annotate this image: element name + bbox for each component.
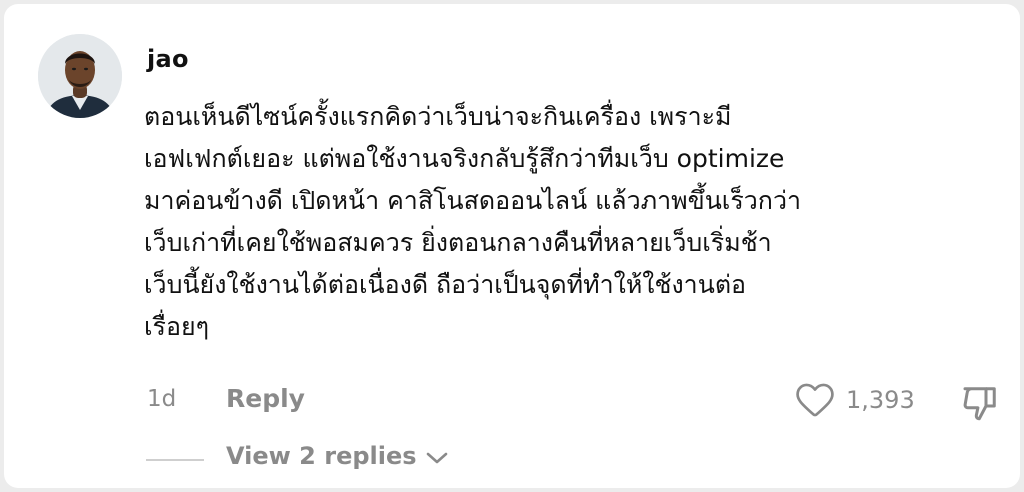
comment-username[interactable]: jao	[147, 45, 189, 73]
replies-divider	[146, 459, 204, 461]
heart-icon	[796, 383, 834, 417]
thumbs-down-icon	[963, 387, 996, 421]
chevron-down-icon	[426, 452, 447, 463]
like-count: 1,393	[846, 386, 915, 414]
comment-timestamp: 1d	[147, 386, 177, 412]
like-button[interactable]: 1,393	[796, 382, 915, 418]
reply-button[interactable]: Reply	[226, 384, 305, 413]
avatar[interactable]	[38, 34, 122, 118]
comment-text: ตอนเห็นดีไซน์ครั้งแรกคิดว่าเว็บน่าจะกินเ…	[144, 102, 802, 341]
dislike-button[interactable]	[962, 383, 998, 427]
user-avatar-icon	[38, 34, 122, 118]
view-replies-button[interactable]: View 2 replies	[226, 442, 449, 470]
view-replies-label: View 2 replies	[226, 442, 417, 470]
comment-card: jao ตอนเห็นดีไซน์ครั้งแรกคิดว่าเว็บน่าจะ…	[4, 4, 1020, 488]
